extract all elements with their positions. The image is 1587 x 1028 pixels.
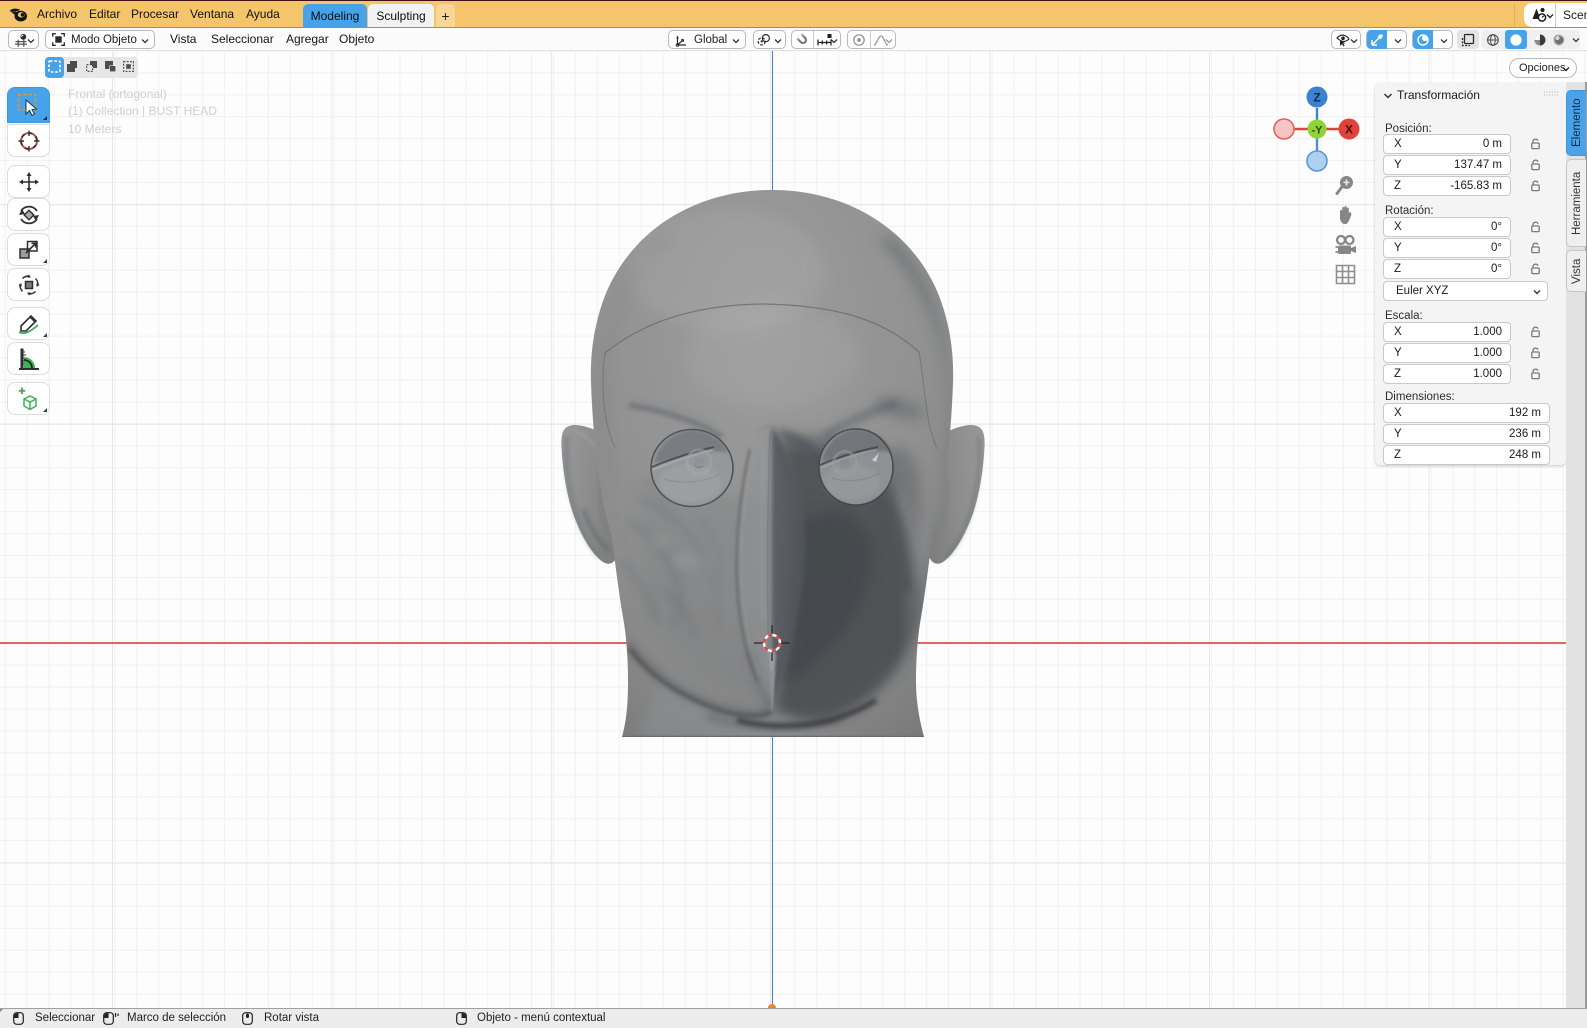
svg-text:X: X: [1345, 123, 1353, 137]
svg-text:Z: Z: [1313, 91, 1320, 105]
svg-text:-Y: -Y: [1312, 125, 1324, 137]
